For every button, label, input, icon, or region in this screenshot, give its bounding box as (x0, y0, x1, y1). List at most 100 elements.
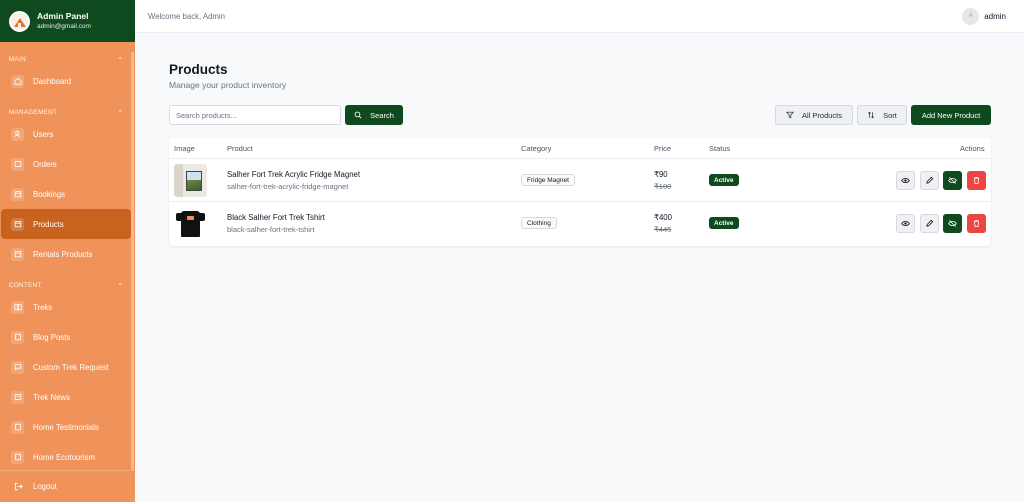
cart-icon (11, 157, 24, 171)
brand-title: Admin Panel (37, 11, 89, 21)
header-image: Image (174, 144, 195, 153)
view-button[interactable] (896, 171, 915, 190)
filter-button-label: All Products (801, 110, 843, 120)
sidebar-item-label: Rentals Products (33, 249, 93, 259)
delete-button[interactable] (967, 171, 986, 190)
sidebar-item-blog-posts[interactable]: Blog Posts (0, 322, 135, 352)
product-price: ₹400 (654, 213, 672, 222)
document-icon (11, 450, 24, 464)
status-badge: Active (709, 217, 739, 229)
sidebar-item-home-testimonials[interactable]: Home Testimonials (0, 412, 135, 442)
sidebar-item-label: Trek News (33, 392, 70, 402)
sidebar-item-label: Dashboard (33, 76, 72, 86)
delete-button[interactable] (967, 214, 986, 233)
category-badge: Clothing (521, 217, 557, 229)
sidebar-item-products[interactable]: Products (1, 209, 131, 239)
sidebar: Admin Panel admin@gmail.com MAIN ⌄ Dashb… (0, 0, 135, 502)
eye-icon (901, 178, 910, 183)
sidebar-scrollbar[interactable] (131, 52, 134, 472)
pencil-icon (926, 219, 934, 227)
document-icon (11, 330, 24, 344)
toggle-visibility-button[interactable] (943, 171, 962, 190)
calendar-icon (11, 187, 24, 201)
toolbar: Search All Products Sort Add New Product (169, 105, 991, 125)
sidebar-item-orders[interactable]: Orders (0, 149, 135, 179)
sidebar-item-label: Home Ecotourism (33, 452, 95, 462)
eye-icon (901, 221, 910, 226)
trash-icon (973, 219, 980, 228)
brand-email: admin@gmail.com (37, 23, 91, 30)
pencil-icon (926, 176, 934, 184)
chevron-up-icon: ⌄ (116, 281, 123, 288)
sort-icon (868, 111, 875, 119)
category-badge: Fridge Magnet (521, 174, 575, 186)
chevron-up-icon: ⌄ (116, 55, 123, 62)
sidebar-item-label: Treks (33, 302, 53, 312)
product-name: Black Salher Fort Trek Tshirt (227, 213, 325, 222)
message-icon (11, 360, 24, 374)
products-table: Image Product Category Price Status Acti… (169, 138, 991, 246)
filter-button[interactable]: All Products (775, 105, 853, 125)
section-management[interactable]: MANAGEMENT ⌄ (0, 105, 135, 119)
section-main[interactable]: MAIN ⌄ (0, 52, 135, 66)
sidebar-header: Admin Panel admin@gmail.com (0, 0, 135, 42)
search-input[interactable] (169, 105, 341, 125)
add-product-button[interactable]: Add New Product (911, 105, 991, 125)
home-icon (11, 74, 24, 88)
sidebar-item-label: Home Testimonials (33, 422, 99, 432)
section-main-label: MAIN (9, 55, 26, 63)
username: admin (984, 11, 1006, 21)
sidebar-item-custom-trek-request[interactable]: Custom Trek Request (0, 352, 135, 382)
welcome-text: Welcome back, Admin (148, 11, 225, 21)
status-badge: Active (709, 174, 739, 186)
newspaper-icon (11, 390, 24, 404)
product-old-price: ₹100 (654, 182, 672, 191)
header-price: Price (654, 144, 672, 153)
edit-button[interactable] (920, 214, 939, 233)
eye-off-icon (948, 220, 957, 227)
view-button[interactable] (896, 214, 915, 233)
trash-icon (973, 176, 980, 185)
user-menu[interactable]: A admin (962, 7, 1006, 25)
product-price: ₹90 (654, 170, 668, 179)
search-icon (354, 111, 362, 119)
sidebar-item-label: Blog Posts (33, 332, 71, 342)
search-button-label: Search (370, 110, 394, 120)
eye-off-icon (948, 177, 957, 184)
sort-button-label: Sort (883, 110, 897, 120)
chevron-up-icon: ⌄ (116, 108, 123, 115)
main-content: Products Manage your product inventory S… (169, 62, 991, 246)
sidebar-item-label: Custom Trek Request (33, 362, 109, 372)
section-management-label: MANAGEMENT (9, 108, 58, 116)
calendar-icon (11, 247, 24, 261)
edit-button[interactable] (920, 171, 939, 190)
users-icon (11, 127, 24, 141)
sidebar-item-home-ecotourism[interactable]: Home Ecotourism (0, 442, 135, 472)
avatar: A (962, 7, 980, 25)
logout-button[interactable]: Logout (0, 470, 135, 502)
search-button[interactable]: Search (345, 105, 403, 125)
table-header: Image Product Category Price Status Acti… (169, 138, 991, 159)
calendar-icon (11, 217, 24, 231)
sidebar-item-bookings[interactable]: Bookings (0, 179, 135, 209)
sidebar-item-users[interactable]: Users (0, 119, 135, 149)
sidebar-item-label: Users (33, 129, 54, 139)
product-name: Salher Fort Trek Acrylic Fridge Magnet (227, 170, 361, 179)
product-thumbnail (174, 207, 207, 240)
product-slug: black-salher-fort-trek-tshirt (227, 225, 315, 234)
toggle-visibility-button[interactable] (943, 214, 962, 233)
logout-icon (14, 482, 23, 491)
document-icon (11, 420, 24, 434)
sidebar-item-treks[interactable]: Treks (0, 292, 135, 322)
sort-button[interactable]: Sort (857, 105, 907, 125)
header-status: Status (709, 144, 731, 153)
sidebar-item-trek-news[interactable]: Trek News (0, 382, 135, 412)
sidebar-item-dashboard[interactable]: Dashboard (0, 66, 135, 96)
section-content[interactable]: CONTENT ⌄ (0, 278, 135, 292)
table-row: Salher Fort Trek Acrylic Fridge Magnet s… (169, 159, 991, 202)
product-thumbnail (174, 164, 207, 197)
header-category: Category (521, 144, 552, 153)
logout-label: Logout (33, 482, 57, 491)
sidebar-item-rentals-products[interactable]: Rentals Products (0, 239, 135, 269)
filter-icon (786, 111, 794, 119)
